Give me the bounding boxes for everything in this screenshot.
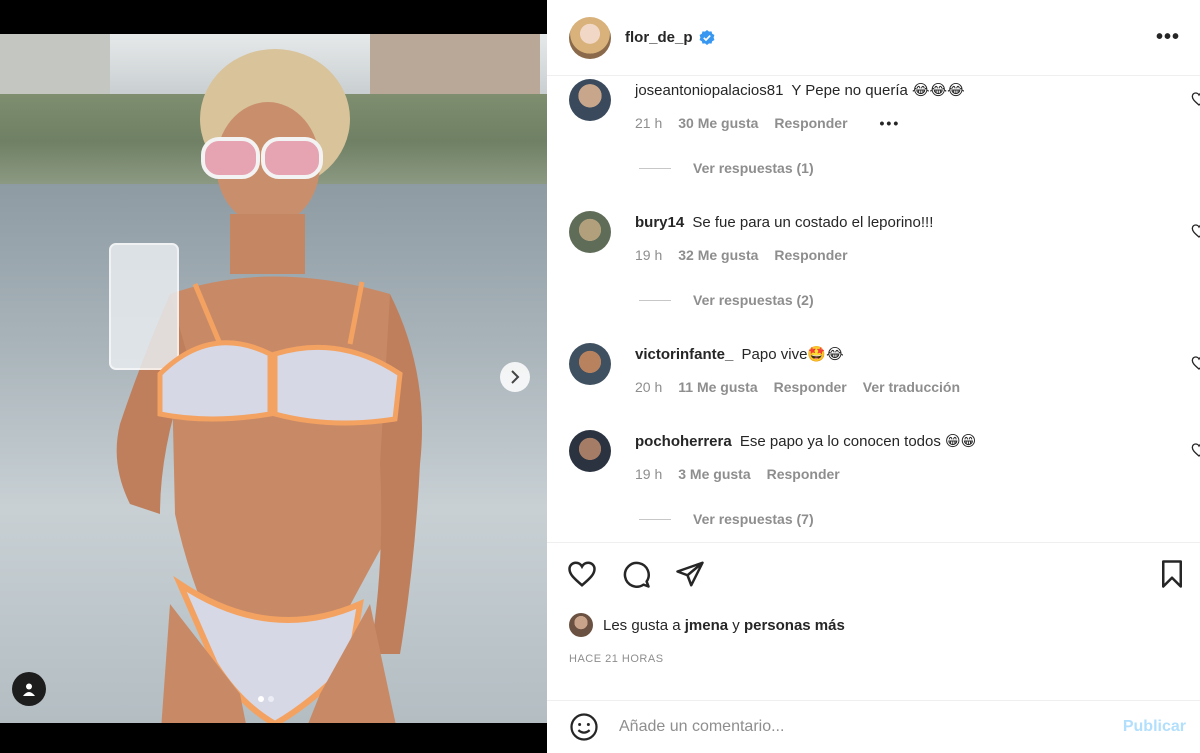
author-username[interactable]: flor_de_p [625,29,693,46]
comment-username[interactable]: victorinfante_ [635,346,733,363]
view-replies-button[interactable]: Ver respuestas (7) [639,511,814,527]
liker-avatar [569,613,593,637]
comment-reply-button[interactable]: Responder [774,115,847,131]
comment-avatar[interactable] [569,79,611,121]
comment-like-count[interactable]: 30 Me gusta [678,115,758,131]
like-heart-icon[interactable] [567,559,597,589]
emoji-icon[interactable] [569,712,599,742]
carousel-indicator [258,696,274,702]
likes-summary[interactable]: Les gusta a jmena y personas más [569,613,845,637]
comment-avatar[interactable] [569,211,611,253]
share-paper-plane-icon[interactable] [675,559,705,589]
comment-username[interactable]: joseantoniopalacios81 [635,82,783,99]
post-photo[interactable] [0,34,547,723]
view-replies-button[interactable]: Ver respuestas (1) [639,160,814,176]
comments-list[interactable]: joseantoniopalacios81 Y Pepe no quería 😂… [547,77,1200,542]
view-replies-label: Ver respuestas (7) [693,511,814,527]
heart-icon[interactable] [1191,91,1200,107]
translate-button[interactable]: Ver traducción [863,379,960,395]
comment-bubble-icon[interactable] [621,559,651,589]
comment-time[interactable]: 19 h [635,247,662,263]
view-replies-button[interactable]: Ver respuestas (2) [639,292,814,308]
comment-reply-button[interactable]: Responder [774,247,847,263]
comment-username[interactable]: pochoherrera [635,433,732,450]
carousel-dot [268,696,274,702]
verified-badge-icon [699,29,714,45]
replies-divider [639,299,671,301]
carousel-dot-active [258,696,264,702]
likes-connector: y [732,616,740,634]
comment-input[interactable] [619,718,1099,736]
author-avatar[interactable] [569,16,611,59]
heart-icon[interactable] [1191,355,1200,371]
comment-text-row: joseantoniopalacios81 Y Pepe no quería 😂… [635,81,1155,101]
replies-divider [639,518,671,520]
comment-text: Se fue para un costado el leporino!!! [692,214,934,231]
comment-time[interactable]: 19 h [635,466,662,482]
likes-others[interactable]: personas más [744,617,845,634]
post-options-button[interactable]: ••• [1156,26,1180,49]
comment-text: Papo vive🤩😂 [741,346,844,363]
comment-text-row: pochoherrera Ese papo ya lo conocen todo… [635,432,1155,452]
comment-avatar[interactable] [569,430,611,472]
comment-time[interactable]: 20 h [635,379,662,395]
post-media [0,0,547,753]
comment-reply-button[interactable]: Responder [774,379,847,395]
comment-meta: 19 h 32 Me gusta Responder [635,247,848,263]
comment-meta: 21 h 30 Me gusta Responder ••• [635,115,900,131]
comment-text-row: bury14 Se fue para un costado el leporin… [635,213,1155,233]
publish-button[interactable]: Publicar [1123,718,1186,736]
save-bookmark-icon[interactable] [1157,559,1187,589]
heart-icon[interactable] [1191,442,1200,458]
next-image-button[interactable] [500,362,530,392]
likes-prefix: Les gusta a [603,616,681,634]
heart-icon[interactable] [1191,223,1200,239]
comment-username[interactable]: bury14 [635,214,684,231]
view-replies-label: Ver respuestas (2) [693,292,814,308]
comment-like-count[interactable]: 32 Me gusta [678,247,758,263]
comment-composer: Publicar [547,700,1200,753]
post-header: flor_de_p ••• [547,0,1200,76]
comment-text: Ese papo ya lo conocen todos 😁😁 [739,433,977,450]
comment-meta: 19 h 3 Me gusta Responder [635,466,840,482]
view-replies-label: Ver respuestas (1) [693,160,814,176]
comment-meta: 20 h 11 Me gusta Responder Ver traducció… [635,379,960,395]
comment-text: Y Pepe no quería 😂😂😂 [791,82,965,99]
replies-divider [639,167,671,169]
comment-reply-button[interactable]: Responder [767,466,840,482]
post-actions: Les gusta a jmena y personas más HACE 21… [547,542,1200,707]
liker-username[interactable]: jmena [685,617,728,634]
chevron-right-icon [511,370,520,384]
post-details-panel: flor_de_p ••• joseantoniopalacios81 Y Pe… [547,0,1200,753]
person-icon [23,683,35,696]
photo-person [109,49,422,723]
post-timestamp: HACE 21 HORAS [569,653,664,665]
comment-like-count[interactable]: 11 Me gusta [678,379,757,395]
comment-like-count[interactable]: 3 Me gusta [678,466,750,482]
comment-avatar[interactable] [569,343,611,385]
comment-options-button[interactable]: ••• [880,115,901,131]
comment-time[interactable]: 21 h [635,115,662,131]
tagged-users-button[interactable] [12,672,46,706]
comment-text-row: victorinfante_ Papo vive🤩😂 [635,345,1155,365]
